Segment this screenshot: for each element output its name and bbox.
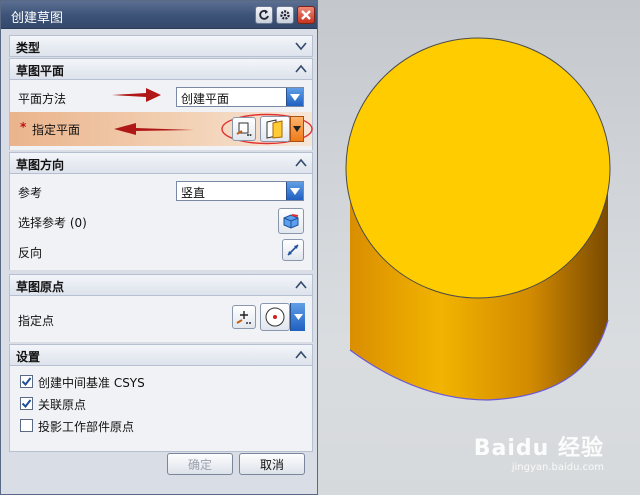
cube-select-icon bbox=[283, 214, 299, 229]
section-sketch-direction-header[interactable]: 草图方向 bbox=[9, 152, 313, 174]
collapse-icon[interactable] bbox=[292, 277, 310, 293]
inferred-plane-button[interactable] bbox=[260, 116, 290, 142]
window-title: 创建草图 bbox=[11, 11, 64, 26]
specify-plane-row: * 指定平面 bbox=[10, 112, 313, 146]
section-sketch-plane-header[interactable]: 草图平面 bbox=[9, 58, 313, 80]
section-settings: 设置 创建中间基准 CSYS 关联原点 投影工作部件原点 bbox=[9, 344, 313, 452]
dropdown-arrow-icon[interactable] bbox=[286, 182, 303, 200]
collapse-icon[interactable] bbox=[292, 347, 310, 363]
section-settings-header[interactable]: 设置 bbox=[9, 344, 313, 366]
dropdown-arrow-icon bbox=[293, 126, 301, 132]
setting-option[interactable]: 创建中间基准 CSYS bbox=[10, 372, 312, 392]
checkmark-icon bbox=[21, 399, 32, 409]
setting-option-label: 投影工作部件原点 bbox=[38, 420, 135, 434]
reference-value: 竖直 bbox=[181, 186, 206, 200]
checkbox[interactable] bbox=[20, 419, 33, 432]
reverse-direction-icon bbox=[287, 244, 299, 256]
plane-dialog-icon bbox=[236, 122, 252, 136]
point-target-icon bbox=[265, 307, 285, 327]
plane-method-row: 平面方法 创建平面 bbox=[10, 84, 312, 110]
point-dialog-button[interactable] bbox=[232, 305, 256, 329]
collapse-icon[interactable] bbox=[292, 61, 310, 77]
reference-row: 参考 竖直 bbox=[10, 178, 312, 204]
section-type: 类型 bbox=[9, 35, 313, 57]
specify-plane-label: 指定平面 bbox=[32, 123, 81, 137]
setting-option[interactable]: 关联原点 bbox=[10, 394, 312, 414]
section-sketch-origin-header[interactable]: 草图原点 bbox=[9, 274, 313, 296]
watermark-brand: Baidu 经验 bbox=[473, 436, 604, 461]
close-button[interactable] bbox=[297, 6, 315, 24]
dropdown-arrow-icon[interactable] bbox=[290, 303, 305, 331]
watermark-url: jingyan.baidu.com bbox=[511, 462, 604, 473]
gear-icon bbox=[280, 10, 290, 20]
setting-option-label: 关联原点 bbox=[38, 398, 87, 412]
plane-method-value: 创建平面 bbox=[181, 92, 230, 106]
settings-button[interactable] bbox=[276, 6, 294, 24]
collapse-icon[interactable] bbox=[292, 155, 310, 171]
title-bar[interactable]: 创建草图 bbox=[1, 1, 317, 29]
section-settings-title: 设置 bbox=[16, 350, 41, 364]
plane-method-select[interactable]: 创建平面 bbox=[176, 87, 304, 107]
dropdown-arrow-icon[interactable] bbox=[286, 88, 303, 106]
reset-icon bbox=[259, 9, 269, 20]
section-sketch-plane: 草图平面 平面方法 创建平面 * 指定平面 bbox=[9, 58, 313, 150]
cancel-button[interactable]: 取消 bbox=[239, 453, 305, 475]
specify-point-row: 指定点 bbox=[10, 303, 312, 332]
ok-button[interactable]: 确定 bbox=[167, 453, 233, 475]
graphics-viewport[interactable]: Baidu 经验 jingyan.baidu.com bbox=[318, 0, 640, 495]
reverse-label: 反向 bbox=[18, 246, 43, 260]
reference-label: 参考 bbox=[18, 186, 43, 200]
section-type-header[interactable]: 类型 bbox=[9, 35, 313, 57]
plane-type-dropdown[interactable] bbox=[290, 116, 304, 142]
section-sketch-origin: 草图原点 指定点 bbox=[9, 274, 313, 342]
point-type-dropdown[interactable] bbox=[290, 303, 305, 331]
plane-method-label: 平面方法 bbox=[18, 92, 67, 106]
cylinder-model[interactable] bbox=[318, 0, 640, 495]
setting-option-label: 创建中间基准 CSYS bbox=[38, 376, 145, 390]
reverse-direction-button[interactable] bbox=[282, 239, 304, 261]
section-sketch-direction: 草图方向 参考 竖直 选择参考 (0) 反向 bbox=[9, 152, 313, 270]
section-sketch-direction-title: 草图方向 bbox=[16, 158, 65, 172]
plane-dialog-button[interactable] bbox=[232, 117, 256, 141]
red-arrow-icon bbox=[112, 88, 161, 102]
inferred-point-button[interactable] bbox=[260, 303, 290, 331]
create-sketch-dialog: 创建草图 类型 草图平面 平面方法 创建平面 * 指定平面 草图方向 参考 竖直… bbox=[0, 0, 318, 495]
plane-icon bbox=[266, 119, 283, 139]
reference-select[interactable]: 竖直 bbox=[176, 181, 304, 201]
close-icon bbox=[301, 10, 311, 20]
checkbox[interactable] bbox=[20, 375, 33, 388]
reset-button[interactable] bbox=[255, 6, 273, 24]
select-reference-button[interactable] bbox=[278, 208, 304, 234]
section-sketch-plane-title: 草图平面 bbox=[16, 64, 65, 78]
expand-icon[interactable] bbox=[292, 38, 310, 54]
setting-option[interactable]: 投影工作部件原点 bbox=[10, 416, 312, 436]
reverse-row: 反向 bbox=[10, 238, 312, 264]
section-type-title: 类型 bbox=[16, 41, 41, 55]
point-dialog-icon bbox=[236, 311, 251, 324]
section-sketch-origin-title: 草图原点 bbox=[16, 280, 65, 294]
checkbox[interactable] bbox=[20, 397, 33, 410]
required-marker: * bbox=[20, 120, 27, 134]
specify-point-label: 指定点 bbox=[18, 314, 55, 328]
red-arrow-icon bbox=[114, 123, 194, 135]
select-reference-label: 选择参考 (0) bbox=[18, 216, 87, 230]
checkmark-icon bbox=[21, 377, 32, 387]
select-reference-row: 选择参考 (0) bbox=[10, 208, 312, 234]
